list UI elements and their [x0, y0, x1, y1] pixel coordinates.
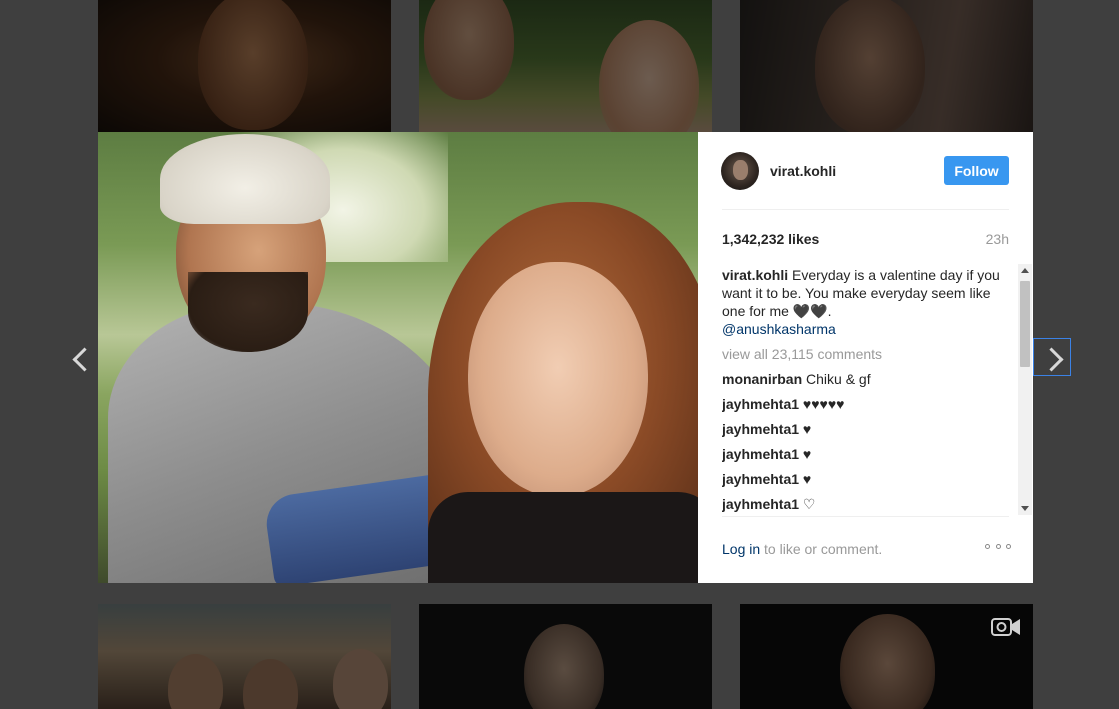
- post-timestamp[interactable]: 23h: [986, 231, 1009, 247]
- caption: virat.kohli Everyday is a valentine day …: [722, 266, 1012, 338]
- comment-username[interactable]: jayhmehta1: [722, 496, 799, 512]
- video-camera-icon: [991, 618, 1020, 636]
- thumbnail-shade: [419, 0, 712, 132]
- comment-username[interactable]: jayhmehta1: [722, 396, 799, 412]
- footer-divider: [722, 516, 1009, 517]
- comment-item: monanirban Chiku & gf: [722, 370, 1012, 388]
- view-all-comments-link[interactable]: view all 23,115 comments: [722, 345, 1012, 363]
- comment-text: Chiku & gf: [802, 371, 871, 387]
- comment-username[interactable]: monanirban: [722, 371, 802, 387]
- grid-thumbnail[interactable]: [98, 0, 391, 132]
- photo-woman-top: [428, 492, 698, 583]
- comment-item: jayhmehta1 ♡: [722, 495, 1012, 513]
- header-divider: [722, 209, 1009, 210]
- caption-mention[interactable]: @anushkasharma: [722, 321, 836, 337]
- caption-username[interactable]: virat.kohli: [722, 267, 788, 283]
- grid-thumbnail[interactable]: [419, 0, 712, 132]
- comment-text: ♥: [799, 446, 812, 462]
- comment-username[interactable]: jayhmehta1: [722, 421, 799, 437]
- comment-item: jayhmehta1 ♥: [722, 470, 1012, 488]
- photo-man-beard: [188, 272, 308, 352]
- post-side-panel: virat.kohli Follow 1,342,232 likes 23h v…: [698, 132, 1033, 583]
- avatar-face: [733, 160, 748, 180]
- more-options-icon[interactable]: [985, 536, 1011, 556]
- thumbnail-shade: [98, 604, 391, 709]
- comments-scrollbar[interactable]: [1018, 264, 1032, 515]
- comment-text: ♡: [799, 496, 816, 512]
- thumbnail-shade: [98, 0, 391, 132]
- login-prompt: Log in to like or comment.: [722, 541, 882, 557]
- login-link[interactable]: Log in: [722, 541, 760, 557]
- post-modal: virat.kohli Follow 1,342,232 likes 23h v…: [98, 132, 1033, 583]
- post-username[interactable]: virat.kohli: [770, 163, 836, 179]
- comment-text: ♥♥♥♥♥: [799, 396, 845, 412]
- grid-thumbnail[interactable]: [98, 604, 391, 709]
- comment-text: ♥: [799, 421, 812, 437]
- comment-username[interactable]: jayhmehta1: [722, 446, 799, 462]
- comment-item: jayhmehta1 ♥♥♥♥♥: [722, 395, 1012, 413]
- more-dot: [995, 543, 1001, 549]
- photo-woman-face: [468, 262, 648, 497]
- grid-thumbnail[interactable]: [419, 604, 712, 709]
- thumbnail-shade: [740, 604, 1033, 709]
- more-dot: [1006, 543, 1011, 549]
- likes-count[interactable]: 1,342,232 likes: [722, 231, 819, 247]
- grid-thumbnail[interactable]: [740, 604, 1033, 709]
- thumbnail-shade: [419, 604, 712, 709]
- comments-list: virat.kohli Everyday is a valentine day …: [722, 266, 1012, 516]
- grid-thumbnail[interactable]: [740, 0, 1033, 132]
- comment-username[interactable]: jayhmehta1: [722, 471, 799, 487]
- follow-button[interactable]: Follow: [944, 156, 1009, 185]
- comment-item: jayhmehta1 ♥: [722, 420, 1012, 438]
- more-dot: [985, 543, 990, 549]
- scroll-down-arrow-icon[interactable]: [1021, 506, 1029, 511]
- login-prompt-text: to like or comment.: [760, 541, 883, 557]
- scrollbar-thumb[interactable]: [1020, 281, 1030, 367]
- comment-item: jayhmehta1 ♥: [722, 445, 1012, 463]
- thumbnail-shade: [740, 0, 1033, 132]
- avatar[interactable]: [721, 152, 759, 190]
- photo-man-beanie: [160, 134, 330, 224]
- scroll-up-arrow-icon[interactable]: [1021, 268, 1029, 273]
- post-photo[interactable]: [98, 132, 698, 583]
- chevron-left-icon[interactable]: [72, 347, 97, 372]
- comment-text: ♥: [799, 471, 812, 487]
